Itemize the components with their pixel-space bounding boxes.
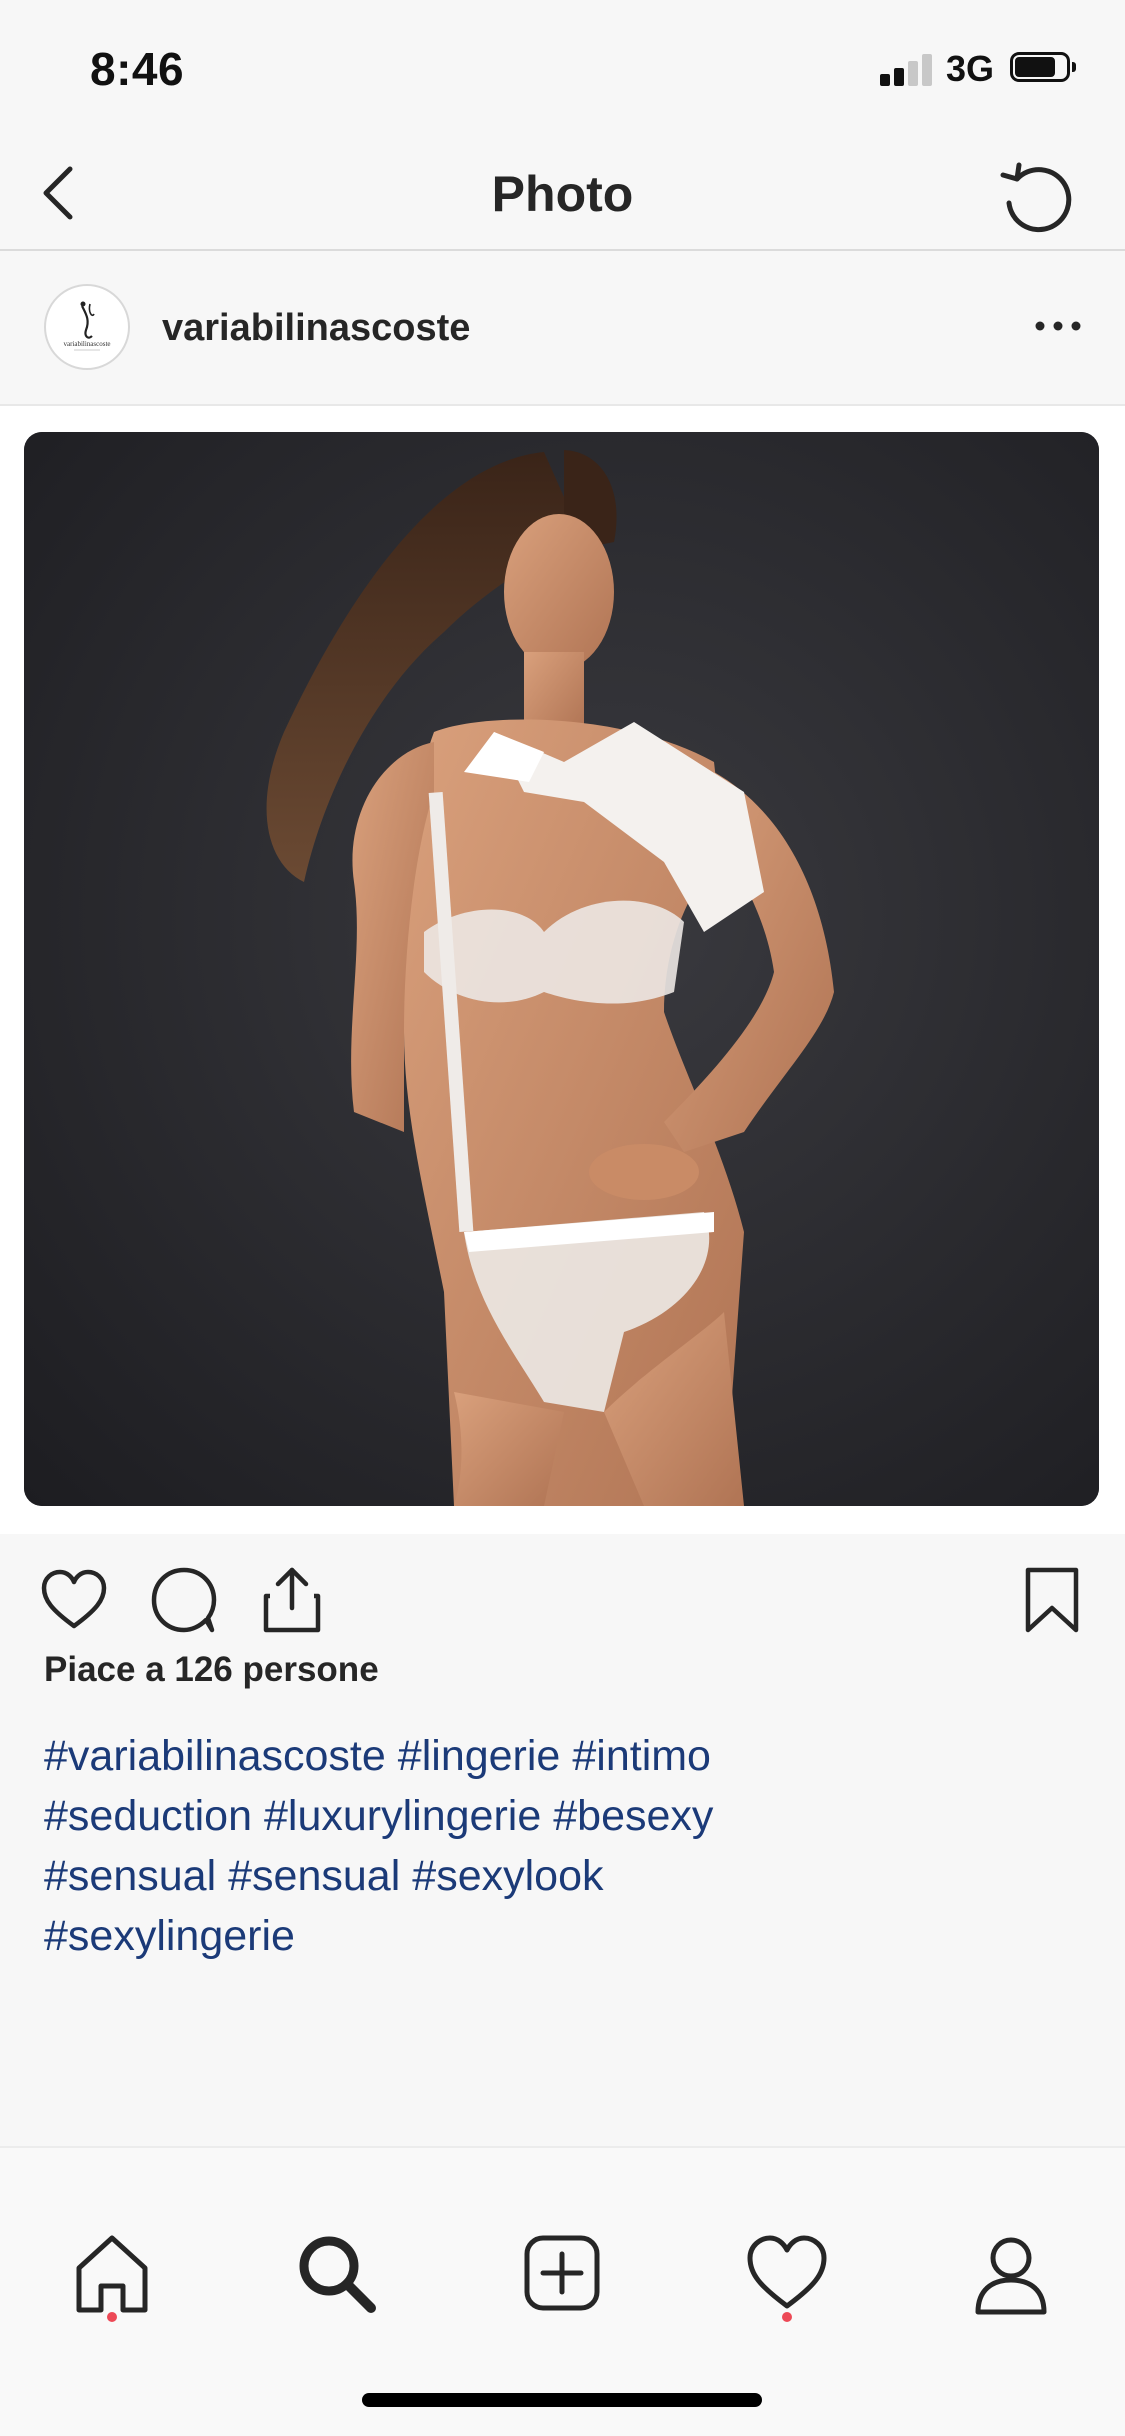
status-time: 8:46 (90, 43, 185, 95)
svg-text:variabilinascoste: variabilinascoste (63, 340, 110, 348)
tab-home[interactable] (67, 2228, 157, 2318)
post-header: variabilinascoste variabilinascoste (0, 251, 1125, 406)
screen: 8:46 3G Photo variabilinascoste variabil… (0, 0, 1125, 2436)
photo-illustration (24, 432, 1099, 1506)
hashtag-link[interactable]: #besexy (553, 1792, 713, 1840)
heart-icon (747, 2235, 827, 2309)
hashtag-link[interactable]: #sensual (228, 1852, 400, 1900)
like-button[interactable] (38, 1564, 110, 1636)
hashtag-link[interactable]: #variabilinascoste (44, 1732, 386, 1780)
status-bar: 8:46 3G (0, 0, 1125, 130)
post-caption: #variabilinascoste #lingerie #intimo #sedu… (44, 1726, 1074, 1966)
signal-strength-icon (880, 52, 936, 86)
home-icon (76, 2235, 148, 2313)
bookmark-icon (1025, 1567, 1079, 1633)
hashtag-link[interactable]: #lingerie (398, 1732, 561, 1780)
post-actions (0, 1534, 1125, 1664)
share-icon (263, 1567, 321, 1633)
username[interactable]: variabilinascoste (162, 307, 470, 350)
more-options-button[interactable] (1030, 301, 1086, 351)
hashtag-link[interactable]: #sexylook (412, 1852, 603, 1900)
tab-search[interactable] (291, 2228, 381, 2318)
home-indicator[interactable] (362, 2393, 762, 2407)
nav-bar: Photo (0, 135, 1125, 251)
activity-notification-dot (782, 2312, 792, 2322)
photo-area (0, 406, 1125, 1534)
comment-button[interactable] (148, 1564, 220, 1636)
hashtag-link[interactable]: #luxurylingerie (264, 1792, 541, 1840)
battery-icon (1010, 52, 1076, 86)
profile-icon (975, 2237, 1047, 2315)
tab-profile[interactable] (966, 2228, 1056, 2318)
share-button[interactable] (256, 1564, 328, 1636)
refresh-icon (1000, 162, 1072, 233)
post-photo[interactable] (24, 432, 1099, 1506)
page-title: Photo (491, 166, 634, 222)
tab-activity[interactable] (742, 2228, 832, 2318)
brand-logo: variabilinascoste (63, 301, 111, 351)
likes-count[interactable]: Piace a 126 persone (44, 1650, 379, 1690)
comment-icon (151, 1567, 217, 1633)
more-horizontal-icon (1035, 321, 1081, 331)
search-icon (299, 2236, 376, 2313)
heart-icon (41, 1569, 107, 1629)
hashtag-link[interactable]: #sexylingerie (44, 1912, 295, 1960)
avatar[interactable]: variabilinascoste (44, 284, 130, 370)
hashtag-link[interactable]: #intimo (572, 1732, 711, 1780)
add-post-icon (524, 2235, 600, 2311)
refresh-button[interactable] (995, 155, 1077, 237)
network-type: 3G (946, 48, 995, 89)
home-notification-dot (107, 2312, 117, 2322)
hashtag-link[interactable]: #sensual (44, 1852, 216, 1900)
hashtag-link[interactable]: #seduction (44, 1792, 252, 1840)
save-button[interactable] (1016, 1564, 1088, 1636)
tab-new-post[interactable] (517, 2228, 607, 2318)
